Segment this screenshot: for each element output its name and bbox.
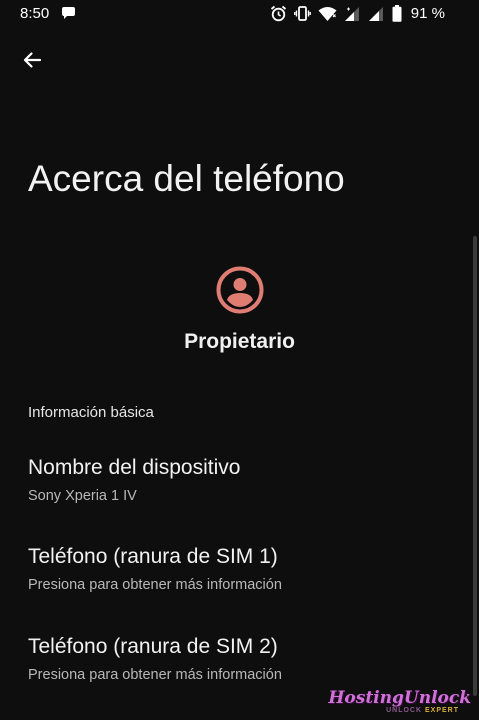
page-title: Acerca del teléfono bbox=[28, 158, 345, 199]
vibrate-icon bbox=[293, 6, 311, 21]
watermark-logo: HostingUnlock UNLOCK EXPERT bbox=[328, 688, 473, 718]
owner-name: Propietario bbox=[184, 330, 295, 353]
battery-icon bbox=[392, 5, 402, 22]
pref-title: Nombre del dispositivo bbox=[28, 456, 241, 479]
pref-summary: Presiona para obtener más información bbox=[28, 577, 282, 593]
pref-summary: Presiona para obtener más información bbox=[28, 667, 282, 683]
pref-summary: Sony Xperia 1 IV bbox=[28, 488, 137, 504]
pref-title: Teléfono (ranura de SIM 1) bbox=[28, 545, 278, 568]
back-button[interactable] bbox=[14, 42, 50, 78]
watermark-sub-left: UNLOCK bbox=[386, 707, 423, 714]
account-circle-icon bbox=[216, 266, 263, 314]
alarm-icon bbox=[270, 5, 286, 22]
wifi-icon bbox=[318, 6, 337, 21]
device-name-item[interactable]: Nombre del dispositivo Sony Xperia 1 IV bbox=[0, 456, 470, 534]
watermark-sub: UNLOCK EXPERT bbox=[386, 707, 459, 714]
status-icons: 91 % bbox=[270, 5, 445, 22]
status-bar: 8:50 91 % bbox=[0, 0, 479, 30]
signal-icon bbox=[368, 6, 383, 21]
watermark-main: HostingUnlock bbox=[328, 688, 471, 708]
watermark-sub-right: EXPERT bbox=[424, 707, 459, 714]
section-header-basic-info: Información básica bbox=[28, 404, 154, 421]
chat-bubble-icon bbox=[62, 7, 75, 19]
signal-icon bbox=[344, 6, 359, 21]
battery-percentage: 91 % bbox=[410, 5, 445, 22]
pref-title: Teléfono (ranura de SIM 2) bbox=[28, 635, 278, 658]
status-time: 8:50 bbox=[20, 5, 50, 22]
sim-slot-1-item[interactable]: Teléfono (ranura de SIM 1) Presiona para… bbox=[0, 545, 470, 623]
arrow-left-icon bbox=[23, 52, 42, 68]
owner-profile[interactable]: Propietario bbox=[0, 266, 479, 354]
